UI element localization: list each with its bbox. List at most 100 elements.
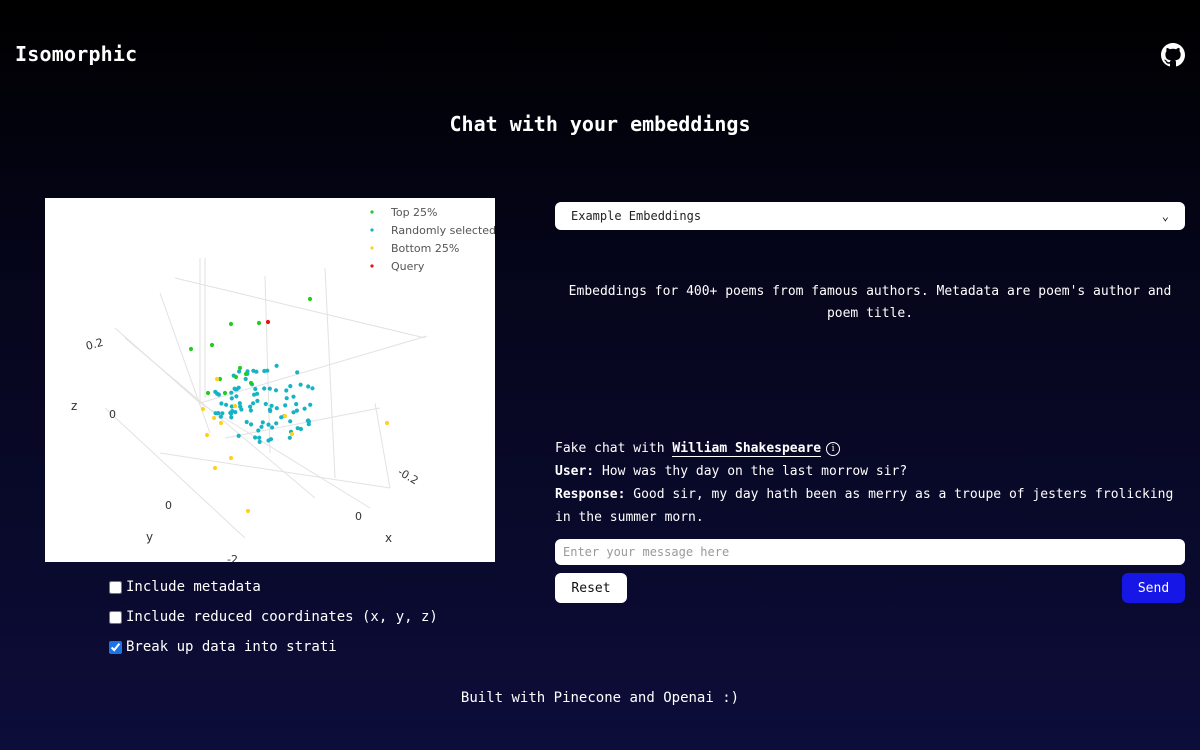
point-random[interactable] (213, 389, 218, 394)
point-bottom-25[interactable] (228, 455, 234, 461)
point-random[interactable] (283, 403, 288, 408)
point-bottom-25[interactable] (245, 508, 251, 514)
point-random[interactable] (262, 368, 267, 374)
point-random[interactable] (254, 369, 259, 374)
include-coordinates-option[interactable]: Include reduced coordinates (x, y, z) (109, 602, 438, 632)
point-top-25[interactable] (209, 342, 215, 348)
point-random[interactable] (234, 394, 239, 399)
point-random[interactable] (229, 415, 234, 420)
point-random[interactable] (298, 426, 303, 432)
point-bottom-25[interactable] (214, 376, 220, 382)
point-top-25[interactable] (307, 296, 313, 302)
point-random[interactable] (291, 410, 296, 415)
point-random[interactable] (308, 402, 313, 407)
legend-item-randomly-selected[interactable]: Randomly selected (370, 224, 495, 237)
point-bottom-25[interactable] (200, 406, 206, 412)
point-top-25[interactable] (233, 374, 239, 380)
point-random[interactable] (288, 384, 293, 389)
point-random[interactable] (284, 396, 289, 401)
point-random[interactable] (243, 376, 248, 382)
point-top-25[interactable] (237, 365, 243, 371)
persona-name[interactable]: William Shakespeare (672, 441, 822, 457)
point-random[interactable] (294, 402, 299, 407)
dataset-select[interactable]: Example Embeddings ⌄ (555, 202, 1185, 230)
point-top-25[interactable] (188, 346, 194, 352)
point-random[interactable] (248, 408, 253, 413)
point-random[interactable] (306, 418, 311, 423)
point-random[interactable] (263, 401, 268, 407)
point-random[interactable] (267, 386, 272, 391)
point-random[interactable] (224, 402, 229, 407)
point-random[interactable] (269, 403, 274, 408)
point-top-25[interactable] (248, 380, 254, 386)
point-random[interactable] (306, 384, 311, 389)
include-metadata-option[interactable]: Include metadata (109, 572, 438, 602)
point-random[interactable] (237, 369, 242, 374)
point-random[interactable] (284, 388, 289, 393)
point-random[interactable] (219, 401, 224, 406)
point-random[interactable] (236, 433, 241, 438)
point-random[interactable] (244, 419, 249, 425)
point-top-25[interactable] (222, 390, 228, 396)
point-random[interactable] (310, 386, 315, 391)
point-bottom-25[interactable] (212, 465, 218, 471)
point-random[interactable] (266, 422, 271, 427)
point-random[interactable] (256, 428, 261, 433)
point-top-25[interactable] (256, 320, 262, 326)
point-random[interactable] (229, 390, 234, 395)
point-top-25[interactable] (205, 390, 211, 396)
point-random[interactable] (287, 435, 292, 440)
point-random[interactable] (268, 437, 274, 442)
point-random[interactable] (253, 435, 258, 440)
point-random[interactable] (251, 401, 256, 406)
point-bottom-25[interactable] (384, 420, 390, 426)
point-random[interactable] (298, 382, 303, 387)
point-random[interactable] (220, 411, 225, 416)
point-bottom-25[interactable] (289, 431, 295, 437)
legend-item-top-25[interactable]: Top 25% (370, 206, 438, 219)
point-bottom-25[interactable] (204, 432, 210, 438)
plot-canvas[interactable]: Top 25% Randomly selected Bottom 25% Que… (45, 198, 495, 562)
embedding-3d-plot[interactable]: Top 25% Randomly selected Bottom 25% Que… (45, 198, 495, 562)
strati-option[interactable]: Break up data into strati (109, 632, 438, 662)
point-random[interactable] (274, 406, 279, 411)
legend-item-bottom-25[interactable]: Bottom 25% (370, 242, 459, 255)
point-random[interactable] (274, 421, 279, 426)
point-random[interactable] (252, 392, 257, 397)
point-random[interactable] (306, 422, 311, 427)
point-random[interactable] (257, 439, 262, 444)
point-random[interactable] (257, 435, 262, 440)
point-random[interactable] (291, 394, 296, 399)
point-bottom-25[interactable] (218, 420, 224, 426)
point-random[interactable] (233, 410, 238, 415)
point-random[interactable] (260, 420, 265, 425)
strati-checkbox[interactable] (109, 640, 122, 654)
send-button[interactable]: Send (1122, 573, 1185, 603)
point-bottom-25[interactable] (232, 403, 238, 409)
message-input[interactable] (555, 539, 1185, 565)
point-random[interactable] (255, 398, 260, 403)
point-bottom-25[interactable] (282, 413, 288, 419)
info-icon[interactable]: i (826, 442, 841, 456)
point-random[interactable] (279, 415, 284, 420)
point-random[interactable] (288, 419, 293, 424)
point-random[interactable] (270, 425, 275, 430)
include-coordinates-checkbox[interactable] (109, 610, 122, 624)
point-random[interactable] (273, 388, 279, 393)
reset-button[interactable]: Reset (555, 573, 627, 603)
point-bottom-25[interactable] (211, 415, 217, 421)
point-top-25[interactable] (243, 371, 249, 377)
point-random[interactable] (248, 404, 253, 409)
include-metadata-checkbox[interactable] (109, 580, 122, 594)
app-title[interactable]: Isomorphic (15, 42, 137, 66)
github-icon[interactable] (1161, 43, 1185, 67)
point-random[interactable] (262, 386, 267, 391)
point-random[interactable] (259, 424, 264, 429)
point-random[interactable] (274, 363, 279, 368)
point-random[interactable] (302, 406, 307, 411)
point-random[interactable] (267, 407, 272, 412)
point-random[interactable] (232, 386, 237, 391)
point-top-25[interactable] (228, 321, 234, 327)
legend-item-query[interactable]: Query (370, 260, 425, 273)
point-random[interactable] (213, 411, 218, 416)
